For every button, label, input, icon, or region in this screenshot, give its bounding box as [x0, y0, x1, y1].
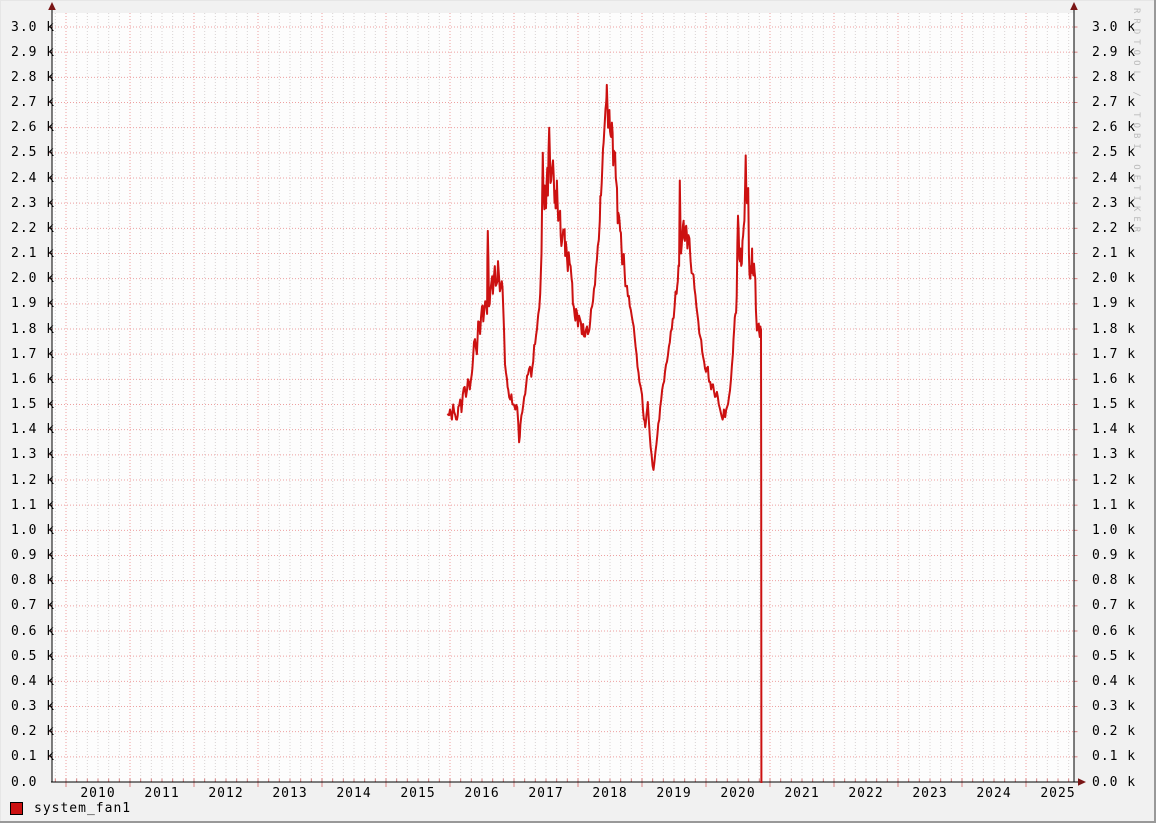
y-tick-label-left: 3.0 k — [11, 20, 55, 35]
y-tick-label-right: 1.8 k — [1092, 322, 1136, 337]
y-tick-label-left: 0.1 k — [11, 749, 55, 764]
x-tick-label-year: 2016 — [452, 786, 512, 801]
y-tick-label-right: 1.7 k — [1092, 347, 1136, 362]
y-tick-label-left: 1.8 k — [11, 322, 55, 337]
y-tick-label-left: 2.4 k — [11, 171, 55, 186]
y-tick-label-right: 0.3 k — [1092, 699, 1136, 714]
y-tick-label-left: 1.2 k — [11, 473, 55, 488]
y-tick-label-right: 1.9 k — [1092, 296, 1136, 311]
x-tick-label-year: 2021 — [772, 786, 832, 801]
y-tick-label-right: 0.8 k — [1092, 573, 1136, 588]
y-tick-label-left: 0.3 k — [11, 699, 55, 714]
y-tick-label-left: 0.9 k — [11, 548, 55, 563]
y-tick-label-right: 2.8 k — [1092, 70, 1136, 85]
y-tick-label-right: 1.6 k — [1092, 372, 1136, 387]
y-tick-label-right: 0.1 k — [1092, 749, 1136, 764]
y-tick-label-right: 2.4 k — [1092, 171, 1136, 186]
x-tick-label-year: 2019 — [644, 786, 704, 801]
y-tick-label-left: 2.7 k — [11, 95, 55, 110]
y-tick-label-right: 2.5 k — [1092, 145, 1136, 160]
y-tick-label-left: 0.8 k — [11, 573, 55, 588]
y-tick-label-right: 0.2 k — [1092, 724, 1136, 739]
y-tick-label-right: 1.5 k — [1092, 397, 1136, 412]
y-tick-label-left: 2.5 k — [11, 145, 55, 160]
y-tick-label-left: 0.0 — [11, 775, 37, 790]
y-tick-label-right: 2.6 k — [1092, 120, 1136, 135]
x-tick-label-year: 2015 — [388, 786, 448, 801]
legend-swatch-icon — [10, 802, 23, 815]
x-tick-label-year: 2020 — [708, 786, 768, 801]
y-tick-label-right: 1.2 k — [1092, 473, 1136, 488]
y-tick-label-left: 0.6 k — [11, 624, 55, 639]
y-tick-label-left: 2.2 k — [11, 221, 55, 236]
y-tick-label-left: 0.5 k — [11, 649, 55, 664]
y-tick-label-left: 2.9 k — [11, 45, 55, 60]
y-tick-label-left: 2.0 k — [11, 271, 55, 286]
x-tick-label-year: 2011 — [132, 786, 192, 801]
y-tick-label-left: 2.8 k — [11, 70, 55, 85]
y-tick-label-right: 1.4 k — [1092, 422, 1136, 437]
x-tick-label-year: 2023 — [900, 786, 960, 801]
y-tick-label-right: 1.0 k — [1092, 523, 1136, 538]
y-tick-label-right: 0.9 k — [1092, 548, 1136, 563]
rrdtool-watermark: RRDTOOL / TOBI OETIKER — [1131, 8, 1141, 237]
x-tick-label-year: 2017 — [516, 786, 576, 801]
x-tick-label-year: 2022 — [836, 786, 896, 801]
y-tick-label-right: 3.0 k — [1092, 20, 1136, 35]
y-tick-label-right: 0.6 k — [1092, 624, 1136, 639]
y-tick-label-right: 2.7 k — [1092, 95, 1136, 110]
chart-plot-area — [0, 0, 1156, 823]
y-tick-label-right: 0.7 k — [1092, 598, 1136, 613]
y-tick-label-right: 2.1 k — [1092, 246, 1136, 261]
y-tick-label-right: 2.2 k — [1092, 221, 1136, 236]
y-tick-label-left: 1.5 k — [11, 397, 55, 412]
y-tick-label-right: 1.3 k — [1092, 447, 1136, 462]
y-tick-label-left: 1.4 k — [11, 422, 55, 437]
y-tick-label-left: 1.6 k — [11, 372, 55, 387]
x-tick-label-year: 2018 — [580, 786, 640, 801]
x-tick-label-year: 2010 — [68, 786, 128, 801]
y-tick-label-left: 1.7 k — [11, 347, 55, 362]
y-tick-label-right: 2.0 k — [1092, 271, 1136, 286]
x-tick-label-year: 2024 — [964, 786, 1024, 801]
legend-label: system_fan1 — [34, 801, 131, 816]
y-tick-label-left: 0.7 k — [11, 598, 55, 613]
y-tick-label-left: 2.1 k — [11, 246, 55, 261]
y-tick-label-right: 0.0 k — [1092, 775, 1136, 790]
y-tick-label-left: 2.6 k — [11, 120, 55, 135]
y-tick-label-right: 2.3 k — [1092, 196, 1136, 211]
y-tick-label-left: 1.0 k — [11, 523, 55, 538]
x-tick-label-year: 2025 — [1028, 786, 1088, 801]
y-tick-label-left: 1.1 k — [11, 498, 55, 513]
legend: system_fan1 — [10, 800, 131, 816]
y-tick-label-right: 2.9 k — [1092, 45, 1136, 60]
y-tick-label-left: 1.3 k — [11, 447, 55, 462]
x-tick-label-year: 2012 — [196, 786, 256, 801]
y-tick-label-left: 2.3 k — [11, 196, 55, 211]
y-tick-label-left: 1.9 k — [11, 296, 55, 311]
y-tick-label-right: 0.5 k — [1092, 649, 1136, 664]
x-tick-label-year: 2014 — [324, 786, 384, 801]
x-tick-label-year: 2013 — [260, 786, 320, 801]
y-tick-label-right: 1.1 k — [1092, 498, 1136, 513]
y-tick-label-left: 0.4 k — [11, 674, 55, 689]
y-tick-label-right: 0.4 k — [1092, 674, 1136, 689]
y-tick-label-left: 0.2 k — [11, 724, 55, 739]
rrdtool-graph: 0.0 0.1 k 0.2 k 0.3 k 0.4 k 0.5 k 0.6 k 0.7 k 0.… — [0, 0, 1156, 823]
